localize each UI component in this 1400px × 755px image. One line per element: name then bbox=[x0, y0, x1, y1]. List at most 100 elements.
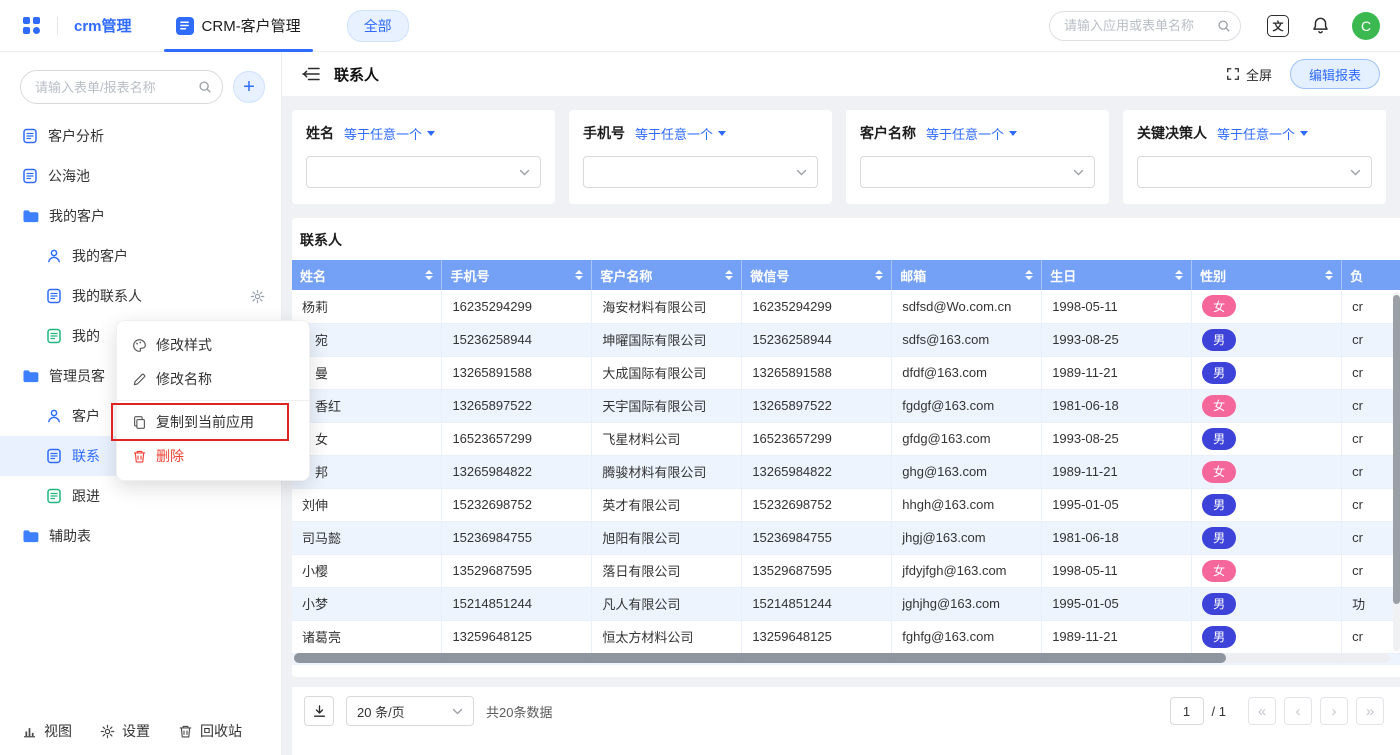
column-header-2[interactable]: 客户名称 bbox=[592, 260, 742, 290]
table-row[interactable]: 诸葛亮13259648125恒太方材料公司13259648125fghfg@16… bbox=[292, 620, 1400, 653]
sort-icon[interactable] bbox=[725, 270, 733, 280]
table-row[interactable]: 小梦15214851244凡人有限公司15214851244jghjhg@163… bbox=[292, 587, 1400, 620]
bell-icon[interactable] bbox=[1311, 16, 1330, 35]
cell-wechat: 13265984822 bbox=[742, 455, 892, 488]
topbar: crm管理 CRM-客户管理 全部 文 C bbox=[0, 0, 1400, 52]
filter-card-0: 姓名等于任意一个 bbox=[292, 110, 555, 204]
sidebar-footer-chart[interactable]: 视图 bbox=[22, 721, 72, 741]
next-page-button[interactable]: › bbox=[1320, 697, 1348, 725]
menu-item-2[interactable]: 复制到当前应用 bbox=[117, 405, 309, 439]
cell-email: jhgj@163.com bbox=[892, 521, 1042, 554]
table-card: 联系人 姓名手机号客户名称微信号邮箱生日性别负杨莉16235294299海安材料… bbox=[292, 218, 1400, 677]
sidebar-item-2[interactable]: 我的客户 bbox=[0, 196, 281, 236]
sidebar-item-10[interactable]: 辅助表 bbox=[0, 516, 281, 556]
table-row[interactable]: 邦13265984822腾骏材料有限公司13265984822ghg@163.c… bbox=[292, 455, 1400, 488]
prev-page-button[interactable]: ‹ bbox=[1284, 697, 1312, 725]
folder-icon bbox=[22, 369, 39, 384]
cell-company: 海安材料有限公司 bbox=[592, 290, 742, 323]
menu-item-3[interactable]: 删除 bbox=[117, 439, 309, 473]
horizontal-scrollbar[interactable] bbox=[294, 653, 1390, 663]
filter-operator[interactable]: 等于任意一个 bbox=[635, 124, 726, 143]
filter-operator[interactable]: 等于任意一个 bbox=[926, 124, 1017, 143]
sort-icon[interactable] bbox=[575, 270, 583, 280]
filter-select[interactable] bbox=[306, 156, 541, 188]
gear-icon bbox=[100, 724, 115, 739]
cell-owner: cr bbox=[1342, 455, 1400, 488]
table-row[interactable]: 宛15236258944坤曜国际有限公司15236258944sdfs@163.… bbox=[292, 323, 1400, 356]
table-row[interactable]: 香红13265897522天宇国际有限公司13265897522fgdgf@16… bbox=[292, 389, 1400, 422]
first-page-button[interactable]: « bbox=[1248, 697, 1276, 725]
filter-select[interactable] bbox=[583, 156, 818, 188]
menu-item-0[interactable]: 修改样式 bbox=[117, 328, 309, 362]
gender-badge: 女 bbox=[1202, 461, 1236, 483]
column-header-5[interactable]: 生日 bbox=[1042, 260, 1192, 290]
edit-report-button[interactable]: 编辑报表 bbox=[1290, 59, 1380, 89]
chevron-down-icon bbox=[452, 708, 463, 715]
table-row[interactable]: 杨莉16235294299海安材料有限公司16235294299sdfsd@Wo… bbox=[292, 290, 1400, 323]
translate-icon[interactable]: 文 bbox=[1267, 15, 1289, 37]
filter-operator[interactable]: 等于任意一个 bbox=[344, 124, 435, 143]
sidebar-item-3[interactable]: 我的客户 bbox=[0, 236, 281, 276]
column-label: 生日 bbox=[1050, 266, 1076, 285]
tab-crm-app[interactable]: CRM-客户管理 bbox=[158, 0, 319, 52]
app-search[interactable] bbox=[1049, 11, 1241, 41]
cell-email: fgdgf@163.com bbox=[892, 389, 1042, 422]
app-icon bbox=[176, 17, 194, 35]
sidebar-item-9[interactable]: 跟进 bbox=[0, 476, 281, 516]
sidebar-footer-trash[interactable]: 回收站 bbox=[178, 721, 242, 741]
cell-birthday: 1998-05-11 bbox=[1042, 554, 1192, 587]
sort-icon[interactable] bbox=[1325, 270, 1333, 280]
column-header-6[interactable]: 性别 bbox=[1192, 260, 1342, 290]
cell-gender: 男 bbox=[1192, 488, 1342, 521]
cell-gender: 女 bbox=[1192, 554, 1342, 587]
page-size-select[interactable]: 20 条/页 bbox=[346, 696, 474, 726]
avatar[interactable]: C bbox=[1352, 12, 1380, 40]
last-page-button[interactable]: » bbox=[1356, 697, 1384, 725]
column-header-7[interactable]: 负 bbox=[1342, 260, 1400, 290]
fullscreen-button[interactable]: 全屏 bbox=[1226, 65, 1272, 84]
page-input[interactable] bbox=[1170, 697, 1204, 725]
workspace-title[interactable]: crm管理 bbox=[74, 15, 132, 36]
table-row[interactable]: 司马懿15236984755旭阳有限公司15236984755jhgj@163.… bbox=[292, 521, 1400, 554]
sort-icon[interactable] bbox=[1175, 270, 1183, 280]
table-row[interactable]: 刘伸15232698752英才有限公司15232698752hhgh@163.c… bbox=[292, 488, 1400, 521]
app-search-input[interactable] bbox=[1049, 11, 1241, 41]
column-header-3[interactable]: 微信号 bbox=[742, 260, 892, 290]
cell-gender: 男 bbox=[1192, 521, 1342, 554]
filter-head: 姓名等于任意一个 bbox=[306, 123, 541, 143]
cell-email: jghjhg@163.com bbox=[892, 587, 1042, 620]
form-search-input[interactable] bbox=[20, 70, 223, 104]
sidebar-item-0[interactable]: 客户分析 bbox=[0, 116, 281, 156]
sidebar-item-4[interactable]: 我的联系人 bbox=[0, 276, 281, 316]
sort-icon[interactable] bbox=[1025, 270, 1033, 280]
filter-select[interactable] bbox=[1137, 156, 1372, 188]
sort-icon[interactable] bbox=[425, 270, 433, 280]
pencil-icon bbox=[132, 372, 147, 387]
sidebar-footer-gear[interactable]: 设置 bbox=[100, 721, 150, 741]
all-button[interactable]: 全部 bbox=[347, 10, 409, 42]
table-row[interactable]: 小樱13529687595落日有限公司13529687595jfdyjfgh@1… bbox=[292, 554, 1400, 587]
table-row[interactable]: 曼13265891588大成国际有限公司13265891588dfdf@163.… bbox=[292, 356, 1400, 389]
column-header-0[interactable]: 姓名 bbox=[292, 260, 442, 290]
form-search[interactable] bbox=[20, 70, 223, 104]
gear-icon[interactable] bbox=[250, 289, 265, 304]
add-form-button[interactable]: + bbox=[233, 71, 265, 103]
filter-select[interactable] bbox=[860, 156, 1095, 188]
cell-gender: 男 bbox=[1192, 587, 1342, 620]
cell-wechat: 15232698752 bbox=[742, 488, 892, 521]
column-header-4[interactable]: 邮箱 bbox=[892, 260, 1042, 290]
form-icon bbox=[22, 128, 38, 144]
cell-owner: cr bbox=[1342, 356, 1400, 389]
collapse-sidebar-icon[interactable] bbox=[302, 67, 320, 81]
sort-icon[interactable] bbox=[875, 270, 883, 280]
export-button[interactable] bbox=[304, 696, 334, 726]
vertical-scrollbar[interactable] bbox=[1393, 292, 1400, 651]
column-header-1[interactable]: 手机号 bbox=[442, 260, 592, 290]
menu-item-1[interactable]: 修改名称 bbox=[117, 362, 309, 396]
sidebar-item-1[interactable]: 公海池 bbox=[0, 156, 281, 196]
table-row[interactable]: 女16523657299飞星材料公司16523657299gfdg@163.co… bbox=[292, 422, 1400, 455]
context-menu: 修改样式修改名称复制到当前应用删除 bbox=[116, 320, 310, 481]
app-launcher-icon[interactable] bbox=[22, 16, 41, 35]
filter-operator[interactable]: 等于任意一个 bbox=[1217, 124, 1308, 143]
cell-name: 诸葛亮 bbox=[292, 620, 442, 653]
